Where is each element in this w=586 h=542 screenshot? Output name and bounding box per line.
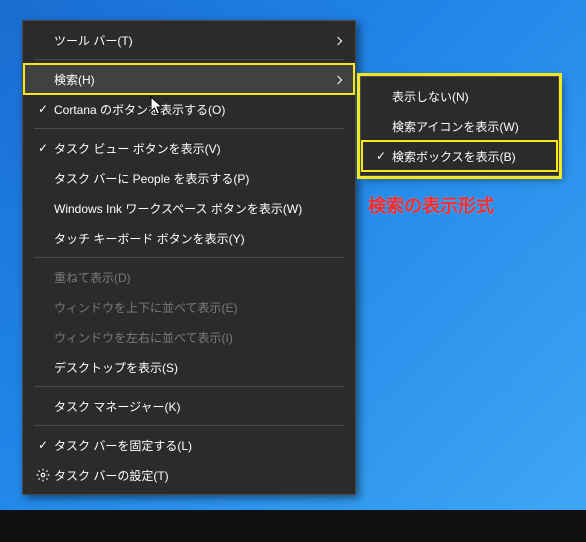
menu-label: Cortana のボタンを表示する(O) — [54, 101, 344, 118]
menu-separator — [34, 59, 344, 60]
gear-icon — [32, 468, 54, 482]
taskbar[interactable] — [0, 510, 586, 542]
menu-separator — [34, 425, 344, 426]
menu-label: 検索ボックスを表示(B) — [392, 148, 547, 165]
submenu-item-searchbox[interactable]: 検索ボックスを表示(B) — [362, 141, 557, 171]
annotation-label: 検索の表示形式 — [368, 192, 494, 218]
menu-item-toolbars[interactable]: ツール バー(T) — [24, 25, 354, 55]
menu-separator — [34, 257, 344, 258]
submenu-item-icon[interactable]: 検索アイコンを表示(W) — [362, 111, 557, 141]
menu-label: タスク マネージャー(K) — [54, 398, 344, 415]
menu-item-cortana[interactable]: Cortana のボタンを表示する(O) — [24, 94, 354, 124]
menu-label: タスク バーを固定する(L) — [54, 437, 344, 454]
menu-item-people[interactable]: タスク バーに People を表示する(P) — [24, 163, 354, 193]
menu-item-taskview[interactable]: タスク ビュー ボタンを表示(V) — [24, 133, 354, 163]
check-icon — [370, 149, 392, 163]
check-icon — [32, 102, 54, 116]
menu-item-show-desktop[interactable]: デスクトップを表示(S) — [24, 352, 354, 382]
chevron-right-icon — [332, 33, 344, 47]
menu-label: タッチ キーボード ボタンを表示(Y) — [54, 230, 344, 247]
menu-label: 検索(H) — [54, 71, 332, 88]
check-icon — [32, 438, 54, 452]
menu-label: タスク ビュー ボタンを表示(V) — [54, 140, 344, 157]
menu-label: ウィンドウを左右に並べて表示(I) — [54, 329, 344, 346]
menu-item-stack-vert: ウィンドウを上下に並べて表示(E) — [24, 292, 354, 322]
chevron-right-icon — [332, 72, 344, 86]
menu-separator — [34, 128, 344, 129]
menu-label: タスク バーの設定(T) — [54, 467, 344, 484]
menu-item-task-manager[interactable]: タスク マネージャー(K) — [24, 391, 354, 421]
menu-item-search[interactable]: 検索(H) — [24, 64, 354, 94]
menu-label: ツール バー(T) — [54, 32, 332, 49]
menu-label: ウィンドウを上下に並べて表示(E) — [54, 299, 344, 316]
menu-label: 表示しない(N) — [392, 88, 547, 105]
menu-item-stack-horiz: ウィンドウを左右に並べて表示(I) — [24, 322, 354, 352]
menu-item-ink[interactable]: Windows Ink ワークスペース ボタンを表示(W) — [24, 193, 354, 223]
submenu-item-hidden[interactable]: 表示しない(N) — [362, 81, 557, 111]
taskbar-context-menu: ツール バー(T) 検索(H) Cortana のボタンを表示する(O) タスク… — [22, 20, 356, 495]
menu-label: 重ねて表示(D) — [54, 269, 344, 286]
menu-label: デスクトップを表示(S) — [54, 359, 344, 376]
menu-separator — [34, 386, 344, 387]
menu-item-touch-keyboard[interactable]: タッチ キーボード ボタンを表示(Y) — [24, 223, 354, 253]
menu-label: 検索アイコンを表示(W) — [392, 118, 547, 135]
search-submenu: 表示しない(N) 検索アイコンを表示(W) 検索ボックスを表示(B) — [360, 76, 559, 176]
menu-item-taskbar-settings[interactable]: タスク バーの設定(T) — [24, 460, 354, 490]
menu-item-cascade: 重ねて表示(D) — [24, 262, 354, 292]
menu-label: タスク バーに People を表示する(P) — [54, 170, 344, 187]
menu-label: Windows Ink ワークスペース ボタンを表示(W) — [54, 200, 344, 217]
check-icon — [32, 141, 54, 155]
menu-item-lock-taskbar[interactable]: タスク バーを固定する(L) — [24, 430, 354, 460]
